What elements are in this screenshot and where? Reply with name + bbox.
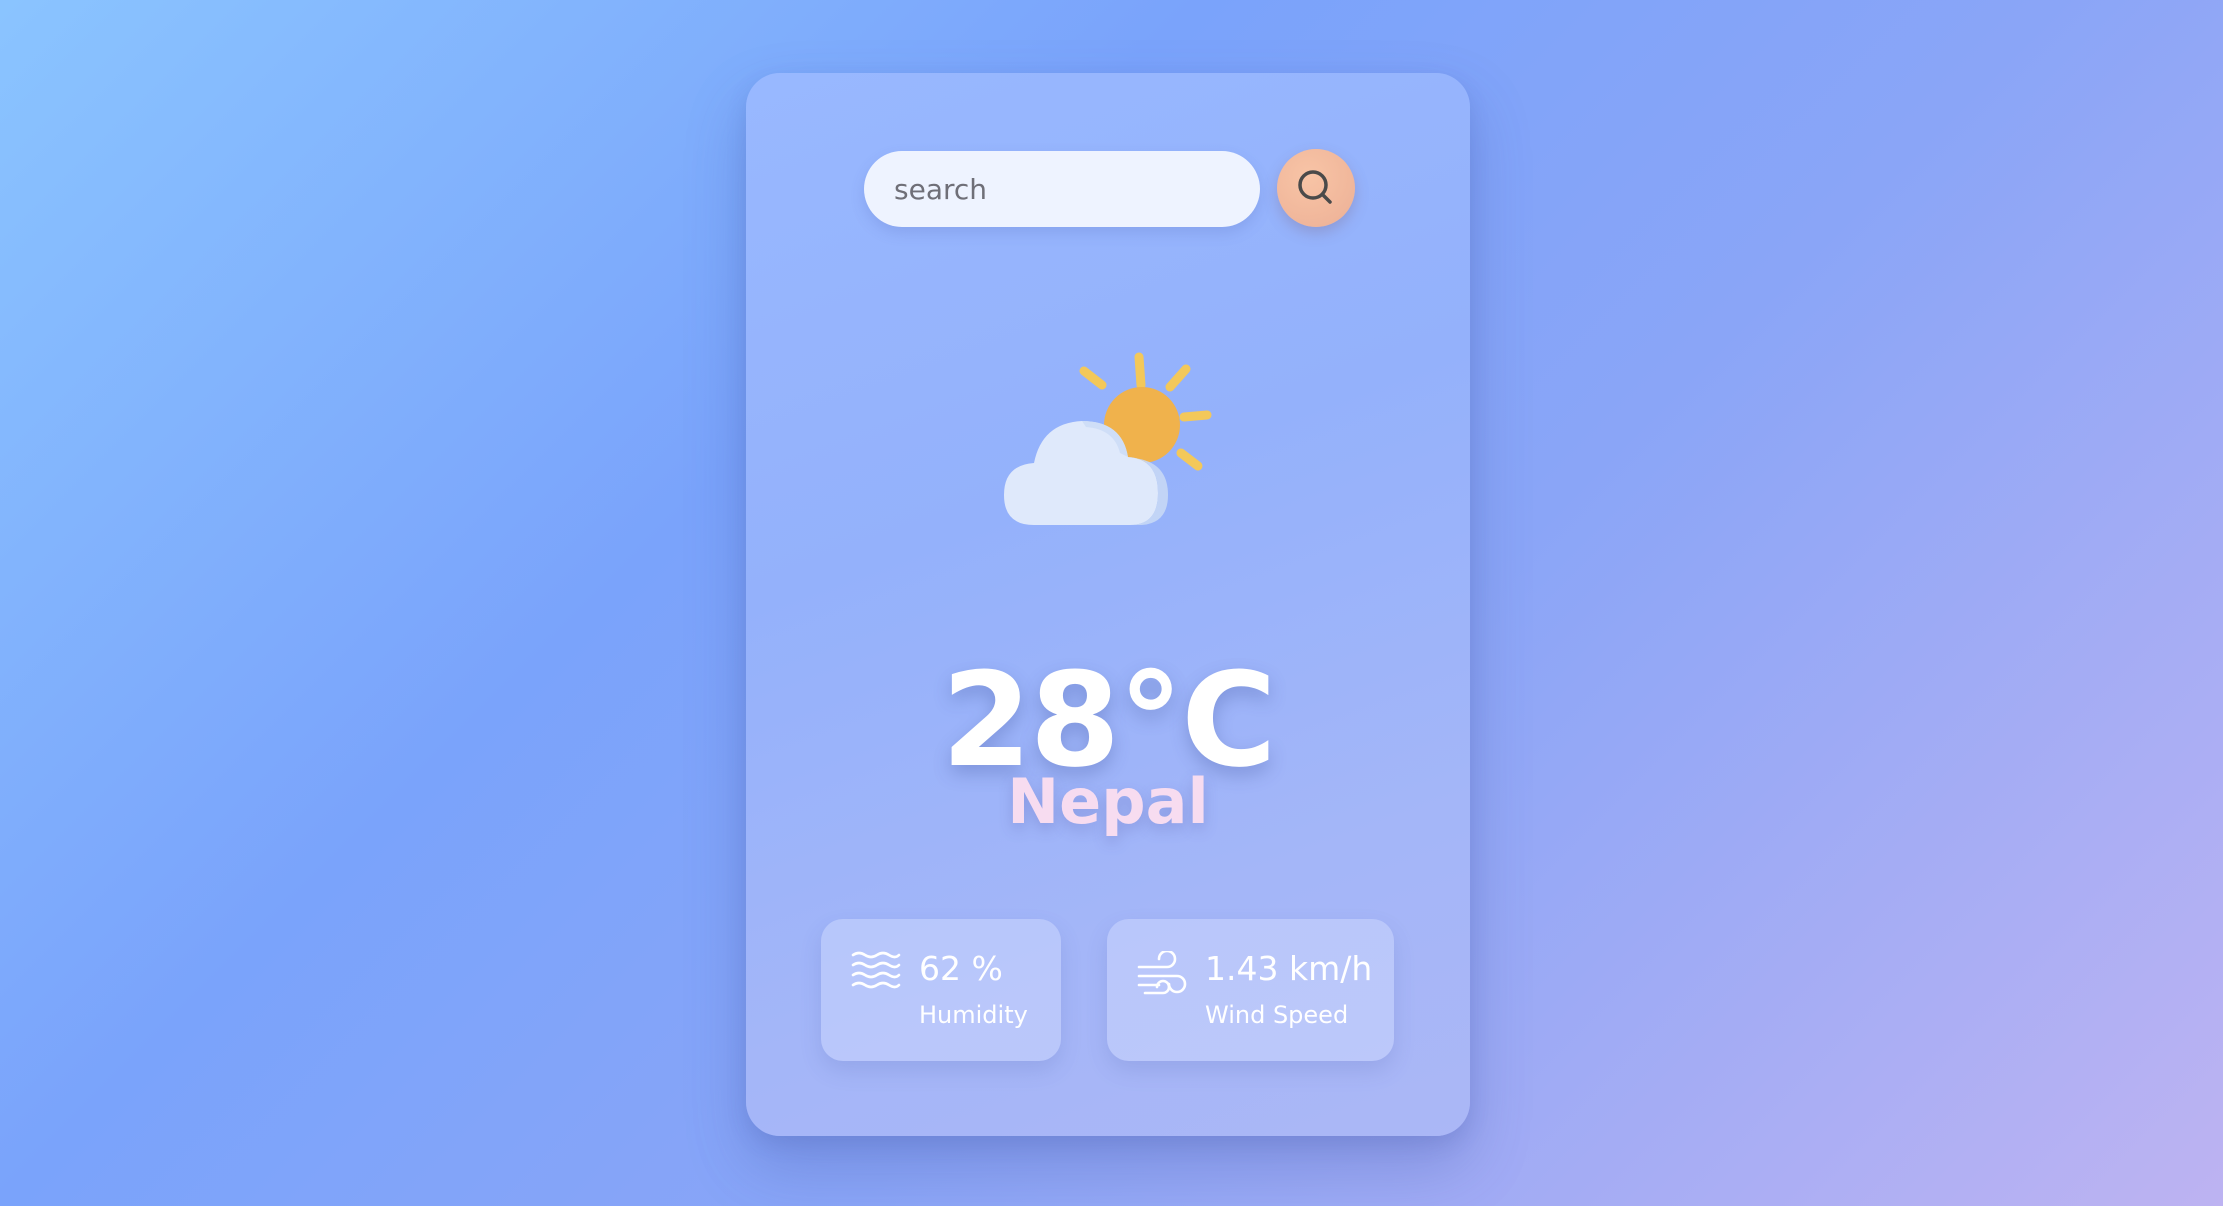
partly-cloudy-icon <box>1004 352 1212 525</box>
humidity-label: Humidity <box>919 1001 1028 1029</box>
wind-icon <box>1137 951 1187 995</box>
humidity-value: 62 % <box>919 949 1003 988</box>
search-icon <box>1298 170 1332 204</box>
city-name: Nepal <box>1007 765 1209 838</box>
weather-card: 28°C Nepal 62 % Humidity 1.43 km/h Wind … <box>746 73 1470 1136</box>
wind-speed-value: 1.43 km/h <box>1205 949 1373 988</box>
humidity-icon <box>851 951 901 989</box>
humidity-panel: 62 % Humidity <box>821 919 1061 1061</box>
wind-speed-label: Wind Speed <box>1205 1001 1349 1029</box>
search-button[interactable] <box>1277 149 1355 227</box>
search-input[interactable] <box>864 151 1260 227</box>
wind-speed-panel: 1.43 km/h Wind Speed <box>1107 919 1394 1061</box>
